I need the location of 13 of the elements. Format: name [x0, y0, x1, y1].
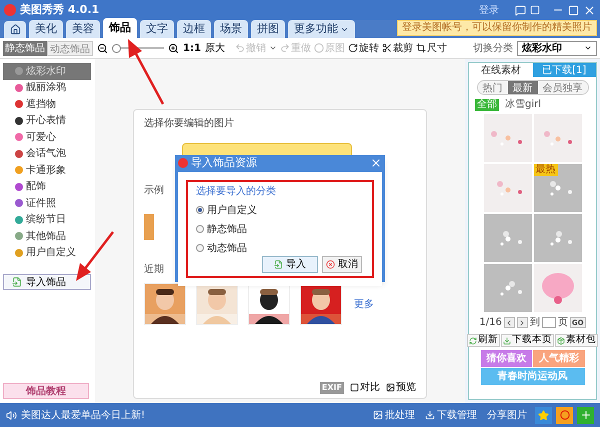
page-indicator: 1/16: [479, 316, 502, 330]
recent-label: 近期: [144, 262, 164, 277]
prompt-text: 选择你要编辑的图片: [144, 116, 234, 131]
category-label: 切换分类: [473, 42, 513, 56]
dialog-title: 导入饰品资源: [191, 155, 257, 171]
dialog-heading: 选择要导入的分类: [196, 184, 277, 198]
samples-label: 示例: [144, 184, 164, 198]
goto-label: 到: [530, 316, 540, 330]
login-tooltip: 登录美图帐号，可以保留你制作的精美照片: [397, 20, 597, 36]
page-unit-label: 页: [558, 316, 568, 330]
window-title: 美图秀秀 4.0.1: [20, 2, 100, 18]
hot-badge: 最热: [534, 164, 558, 176]
author-label: 冰雪girl: [505, 98, 542, 112]
